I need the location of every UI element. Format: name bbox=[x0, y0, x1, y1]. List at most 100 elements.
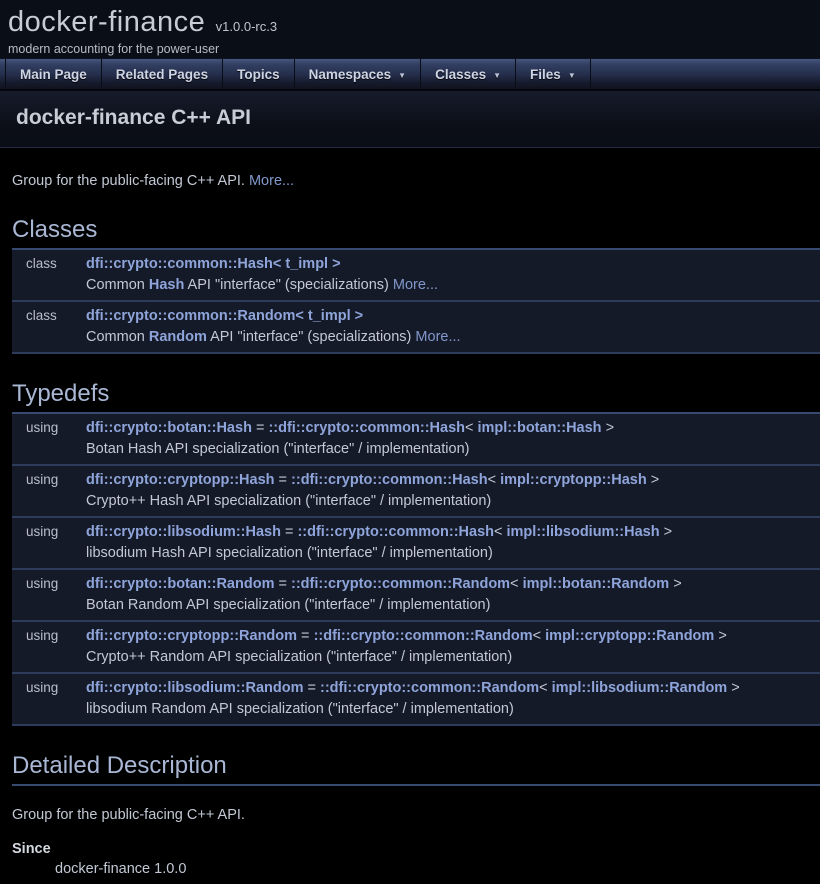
member-description: Common Hash API "interface" (specializat… bbox=[86, 275, 820, 296]
class-short-link[interactable]: Random bbox=[149, 329, 207, 345]
equals-sign: = bbox=[252, 420, 269, 436]
classes-heading: Classes bbox=[12, 216, 820, 250]
typedef-param-link[interactable]: impl::botan::Hash bbox=[478, 420, 602, 436]
nav-tab-label: Topics bbox=[237, 67, 280, 82]
project-name: docker-finance bbox=[8, 6, 205, 39]
template-close: > bbox=[602, 420, 615, 436]
typedef-link[interactable]: dfi::crypto::botan::Random bbox=[86, 576, 274, 592]
class-row: class dfi::crypto::common::Hash< t_impl … bbox=[12, 250, 820, 302]
class-short-link[interactable]: Hash bbox=[149, 277, 184, 293]
class-link[interactable]: dfi::crypto::common::Hash< t_impl > bbox=[86, 256, 341, 272]
template-close: > bbox=[669, 576, 682, 592]
project-version: v1.0.0-rc.3 bbox=[216, 19, 277, 34]
member-keyword: using bbox=[12, 574, 86, 615]
member-description: Crypto++ Hash API specialization ("inter… bbox=[86, 491, 820, 512]
member-description: Common Random API "interface" (specializ… bbox=[86, 327, 820, 348]
member-keyword: using bbox=[12, 418, 86, 459]
nav-filler bbox=[591, 59, 820, 89]
member-keyword: class bbox=[12, 306, 86, 347]
typedef-row: using dfi::crypto::cryptopp::Hash = ::df… bbox=[12, 466, 820, 518]
typedef-param-link[interactable]: impl::cryptopp::Hash bbox=[500, 472, 647, 488]
typedef-row: using dfi::crypto::botan::Random = ::dfi… bbox=[12, 570, 820, 622]
member-description: libsodium Random API specialization ("in… bbox=[86, 699, 820, 720]
more-link[interactable]: More... bbox=[415, 329, 460, 345]
classes-table: class dfi::crypto::common::Hash< t_impl … bbox=[12, 250, 820, 354]
typedef-target-link[interactable]: ::dfi::crypto::common::Hash bbox=[297, 524, 494, 540]
intro-paragraph: Group for the public-facing C++ API. Mor… bbox=[12, 172, 820, 190]
template-close: > bbox=[727, 680, 740, 696]
nav-tab-classes[interactable]: Classes ▼ bbox=[421, 59, 516, 89]
more-link[interactable]: More... bbox=[249, 173, 294, 189]
member-keyword: using bbox=[12, 522, 86, 563]
template-open: < bbox=[465, 420, 478, 436]
nav-tab-namespaces[interactable]: Namespaces ▼ bbox=[295, 59, 421, 89]
typedef-link[interactable]: dfi::crypto::libsodium::Random bbox=[86, 680, 303, 696]
equals-sign: = bbox=[274, 576, 291, 592]
equals-sign: = bbox=[281, 524, 298, 540]
class-link[interactable]: dfi::crypto::common::Random< t_impl > bbox=[86, 308, 363, 324]
member-description: Crypto++ Random API specialization ("int… bbox=[86, 647, 820, 668]
desc-text: API "interface" (specializations) bbox=[184, 277, 393, 293]
chevron-down-icon: ▼ bbox=[568, 69, 576, 80]
nav-tab-label: Related Pages bbox=[116, 67, 208, 82]
typedef-link[interactable]: dfi::crypto::botan::Hash bbox=[86, 420, 252, 436]
typedefs-heading: Typedefs bbox=[12, 380, 820, 414]
typedef-param-link[interactable]: impl::libsodium::Random bbox=[552, 680, 728, 696]
detailed-description-heading: Detailed Description bbox=[12, 752, 820, 786]
typedef-target-link[interactable]: ::dfi::crypto::common::Hash bbox=[291, 472, 488, 488]
main-nav: Main Page Related Pages Topics Namespace… bbox=[0, 58, 820, 91]
intro-text: Group for the public-facing C++ API. bbox=[12, 173, 249, 189]
since-block: Since docker-finance 1.0.0 bbox=[12, 840, 820, 880]
class-row: class dfi::crypto::common::Random< t_imp… bbox=[12, 302, 820, 354]
page-header: docker-finance C++ API bbox=[0, 91, 820, 148]
member-keyword: using bbox=[12, 626, 86, 667]
nav-tab-related-pages[interactable]: Related Pages bbox=[102, 59, 223, 89]
typedef-row: using dfi::crypto::cryptopp::Random = ::… bbox=[12, 622, 820, 674]
nav-tab-topics[interactable]: Topics bbox=[223, 59, 295, 89]
nav-tab-label: Namespaces bbox=[309, 67, 392, 82]
desc-text: API "interface" (specializations) bbox=[207, 329, 416, 345]
typedef-target-link[interactable]: ::dfi::crypto::common::Random bbox=[291, 576, 510, 592]
member-keyword: class bbox=[12, 254, 86, 295]
nav-tab-main-page[interactable]: Main Page bbox=[6, 59, 102, 89]
member-description: Botan Random API specialization ("interf… bbox=[86, 595, 820, 616]
typedef-link[interactable]: dfi::crypto::libsodium::Hash bbox=[86, 524, 281, 540]
member-keyword: using bbox=[12, 678, 86, 719]
typedef-target-link[interactable]: ::dfi::crypto::common::Random bbox=[320, 680, 539, 696]
member-description: Botan Hash API specialization ("interfac… bbox=[86, 439, 820, 460]
template-open: < bbox=[533, 628, 546, 644]
member-keyword: using bbox=[12, 470, 86, 511]
nav-tab-label: Main Page bbox=[20, 67, 87, 82]
chevron-down-icon: ▼ bbox=[398, 69, 406, 80]
typedef-param-link[interactable]: impl::libsodium::Hash bbox=[507, 524, 660, 540]
typedef-link[interactable]: dfi::crypto::cryptopp::Hash bbox=[86, 472, 275, 488]
typedef-target-link[interactable]: ::dfi::crypto::common::Hash bbox=[268, 420, 465, 436]
template-close: > bbox=[647, 472, 660, 488]
typedef-param-link[interactable]: impl::cryptopp::Random bbox=[545, 628, 714, 644]
equals-sign: = bbox=[275, 472, 292, 488]
template-open: < bbox=[510, 576, 523, 592]
typedefs-table: using dfi::crypto::botan::Hash = ::dfi::… bbox=[12, 414, 820, 726]
template-open: < bbox=[488, 472, 501, 488]
template-close: > bbox=[714, 628, 727, 644]
since-label: Since bbox=[12, 840, 820, 858]
typedef-row: using dfi::crypto::libsodium::Random = :… bbox=[12, 674, 820, 726]
nav-tab-label: Files bbox=[530, 67, 561, 82]
page-title: docker-finance C++ API bbox=[16, 106, 804, 130]
member-description: libsodium Hash API specialization ("inte… bbox=[86, 543, 820, 564]
nav-tab-files[interactable]: Files ▼ bbox=[516, 59, 591, 89]
template-open: < bbox=[494, 524, 507, 540]
since-value: docker-finance 1.0.0 bbox=[55, 858, 820, 880]
typedef-link[interactable]: dfi::crypto::cryptopp::Random bbox=[86, 628, 297, 644]
desc-text: Common bbox=[86, 277, 149, 293]
project-brief: modern accounting for the power-user bbox=[8, 42, 820, 56]
chevron-down-icon: ▼ bbox=[493, 69, 501, 80]
typedef-row: using dfi::crypto::botan::Hash = ::dfi::… bbox=[12, 414, 820, 466]
template-open: < bbox=[539, 680, 552, 696]
nav-tab-label: Classes bbox=[435, 67, 486, 82]
typedef-param-link[interactable]: impl::botan::Random bbox=[523, 576, 670, 592]
typedef-target-link[interactable]: ::dfi::crypto::common::Random bbox=[314, 628, 533, 644]
more-link[interactable]: More... bbox=[393, 277, 438, 293]
template-close: > bbox=[660, 524, 673, 540]
typedef-row: using dfi::crypto::libsodium::Hash = ::d… bbox=[12, 518, 820, 570]
